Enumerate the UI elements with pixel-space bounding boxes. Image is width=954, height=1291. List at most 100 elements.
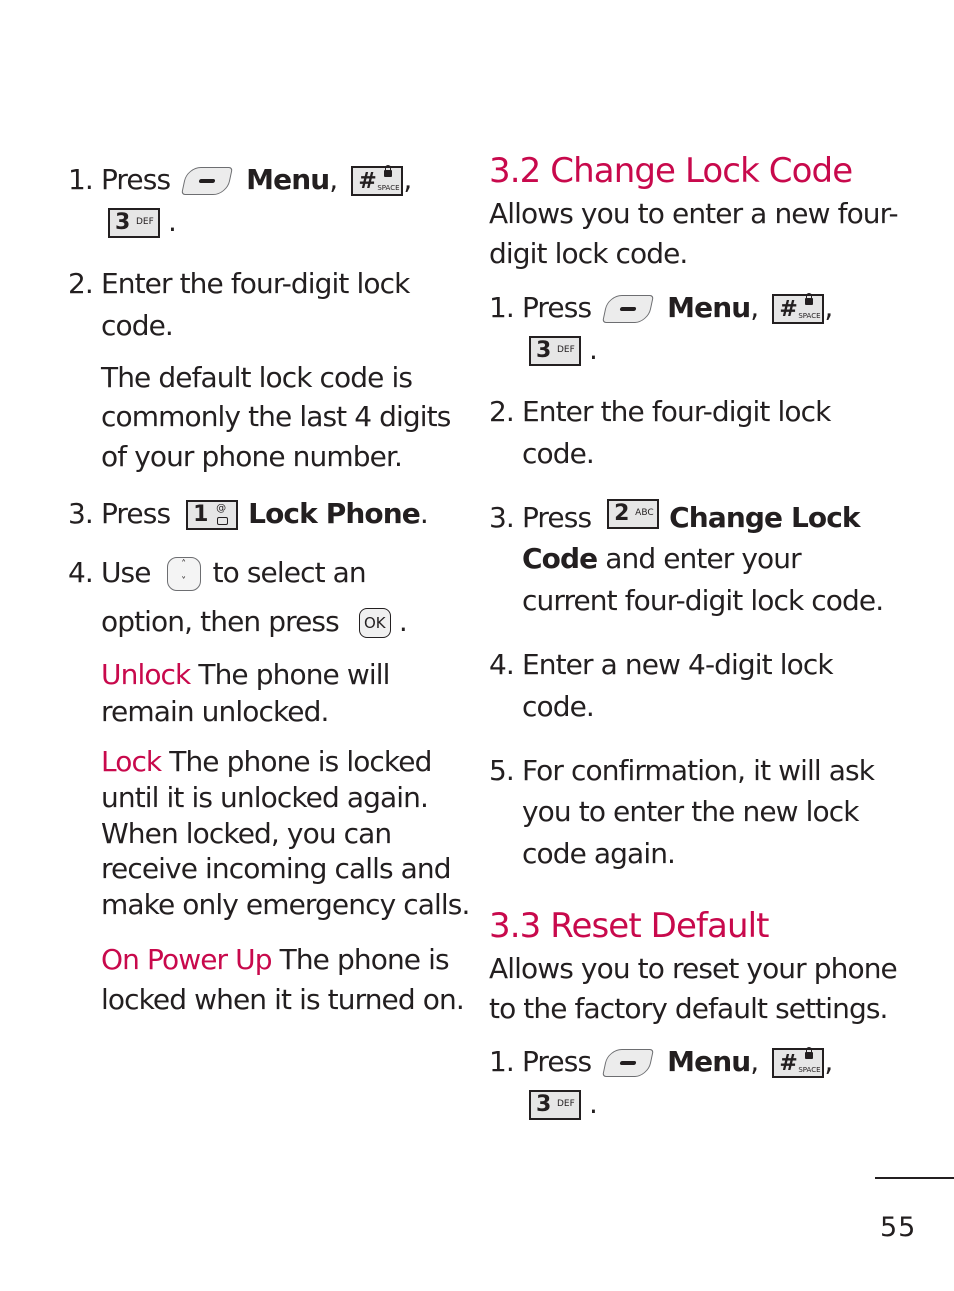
- step-text: Press: [100, 497, 171, 530]
- option-on-power-up: On Power Up The phone is: [101, 943, 450, 976]
- page-number: 55: [880, 1212, 917, 1243]
- step-text: current four-digit lock code.: [522, 584, 884, 617]
- navigation-key-icon: ˄ ˅: [166, 557, 201, 591]
- option-desc: The phone is: [271, 943, 450, 976]
- section-desc: Allows you to enter a new four-: [489, 197, 899, 230]
- lock-phone-label: Lock Phone: [248, 497, 421, 530]
- left-soft-key-icon: [602, 295, 655, 323]
- period: .: [398, 605, 408, 638]
- step-number: 3.: [489, 501, 515, 534]
- menu-label: Menu: [246, 163, 330, 196]
- step-number: 2.: [489, 395, 515, 428]
- step-text: Press: [521, 1045, 592, 1078]
- step-text: Press: [521, 291, 592, 324]
- note-text: The default lock code is: [101, 361, 413, 394]
- option-term: Unlock: [101, 658, 191, 691]
- step-3: 3. Press 1 @ Lock Phone.: [68, 497, 429, 530]
- period: .: [589, 333, 598, 366]
- 3-def-key-icon: 3 DEF: [108, 208, 160, 238]
- step-1: 1. Press Menu, # SPACE,: [68, 163, 412, 196]
- 3-def-key-icon: 3 DEF: [529, 1090, 581, 1120]
- option-term: On Power Up: [101, 943, 273, 976]
- step-number: 1.: [489, 1045, 515, 1078]
- left-soft-key-icon: [181, 167, 234, 195]
- step-text: Press: [100, 163, 171, 196]
- step-text: Enter the four-digit lock: [521, 395, 831, 428]
- step-number: 3.: [68, 497, 94, 530]
- period: .: [168, 205, 177, 238]
- 3-def-key-icon: 3 DEF: [529, 336, 581, 366]
- step-4-cont: option, then press OK.: [101, 605, 408, 638]
- section-desc: Allows you to reset your phone: [489, 952, 898, 985]
- option-desc: The phone will: [190, 658, 390, 691]
- change-lock-label: Change Lock: [669, 501, 860, 534]
- option-desc: make only emergency calls.: [101, 888, 470, 921]
- step-3: 3. Press 2 ABC Change Lock: [489, 499, 861, 534]
- step-text: option, then press: [101, 605, 340, 638]
- comma: ,: [824, 291, 833, 324]
- menu-label: Menu: [667, 291, 751, 324]
- comma: ,: [824, 1045, 833, 1078]
- comma: ,: [403, 163, 412, 196]
- section-desc: to the factory default settings.: [489, 992, 888, 1025]
- step-number: 4.: [489, 648, 515, 681]
- step-text: Press: [521, 501, 592, 534]
- step-1-cont: 3 DEF .: [529, 1087, 598, 1120]
- step-number: 2.: [68, 267, 94, 300]
- step-text: Use: [100, 556, 152, 589]
- period: .: [589, 1087, 598, 1120]
- option-desc: receive incoming calls and: [101, 852, 452, 885]
- ok-key-icon: OK: [358, 608, 391, 638]
- step-1-cont: 3 DEF .: [108, 205, 177, 238]
- step-text: code again.: [522, 837, 676, 870]
- option-desc: until it is unlocked again.: [101, 781, 429, 814]
- comma: ,: [750, 291, 759, 324]
- step-number: 1.: [68, 163, 94, 196]
- option-desc: remain unlocked.: [101, 695, 329, 728]
- menu-label: Menu: [667, 1045, 751, 1078]
- step-1-cont: 3 DEF .: [529, 333, 598, 366]
- option-desc: The phone is locked: [161, 745, 432, 778]
- step-5: 5. For confirmation, it will ask: [489, 754, 875, 787]
- hash-space-key-icon: # SPACE: [772, 1047, 825, 1078]
- section-heading: 3.2 Change Lock Code: [489, 151, 853, 191]
- option-term: Lock: [101, 745, 162, 778]
- hash-space-key-icon: # SPACE: [772, 293, 825, 324]
- section-heading: 3.3 Reset Default: [489, 906, 769, 946]
- option-desc: When locked, you can: [101, 817, 392, 850]
- note-text: of your phone number.: [101, 440, 403, 473]
- 2-abc-key-icon: 2 ABC: [607, 499, 660, 529]
- step-text: code.: [522, 690, 595, 723]
- step-text: to select an: [212, 556, 367, 589]
- step-1: 1. Press Menu, # SPACE,: [489, 1045, 833, 1078]
- footer-rule: [875, 1177, 954, 1179]
- step-text: Enter a new 4-digit lock: [521, 648, 834, 681]
- hash-space-key-icon: # SPACE: [351, 165, 404, 196]
- left-soft-key-icon: [602, 1049, 655, 1077]
- step-text: For confirmation, it will ask: [521, 754, 875, 787]
- option-unlock: Unlock The phone will: [101, 658, 390, 691]
- step-number: 1.: [489, 291, 515, 324]
- step-1: 1. Press Menu, # SPACE,: [489, 291, 833, 324]
- step-number: 5.: [489, 754, 515, 787]
- code-label: Code: [522, 542, 598, 575]
- step-3-cont: Code and enter your: [522, 542, 802, 575]
- step-text: and enter your: [597, 542, 801, 575]
- 1-voicemail-key-icon: 1 @: [186, 500, 239, 530]
- comma: ,: [329, 163, 338, 196]
- comma: ,: [750, 1045, 759, 1078]
- step-text: code.: [522, 437, 595, 470]
- step-text: code.: [101, 309, 174, 342]
- step-text: you to enter the new lock: [522, 795, 859, 828]
- step-number: 4.: [68, 556, 94, 589]
- step-text: Enter the four-digit lock: [100, 267, 410, 300]
- step-2: 2. Enter the four-digit lock: [68, 267, 410, 300]
- step-2: 2. Enter the four-digit lock: [489, 395, 831, 428]
- period: .: [419, 497, 429, 530]
- option-lock: Lock The phone is locked: [101, 745, 432, 778]
- note-text: commonly the last 4 digits: [101, 400, 451, 433]
- step-4: 4. Enter a new 4-digit lock: [489, 648, 834, 681]
- section-desc: digit lock code.: [489, 237, 688, 270]
- option-desc: locked when it is turned on.: [101, 983, 465, 1016]
- step-4: 4. Use ˄ ˅ to select an: [68, 556, 367, 591]
